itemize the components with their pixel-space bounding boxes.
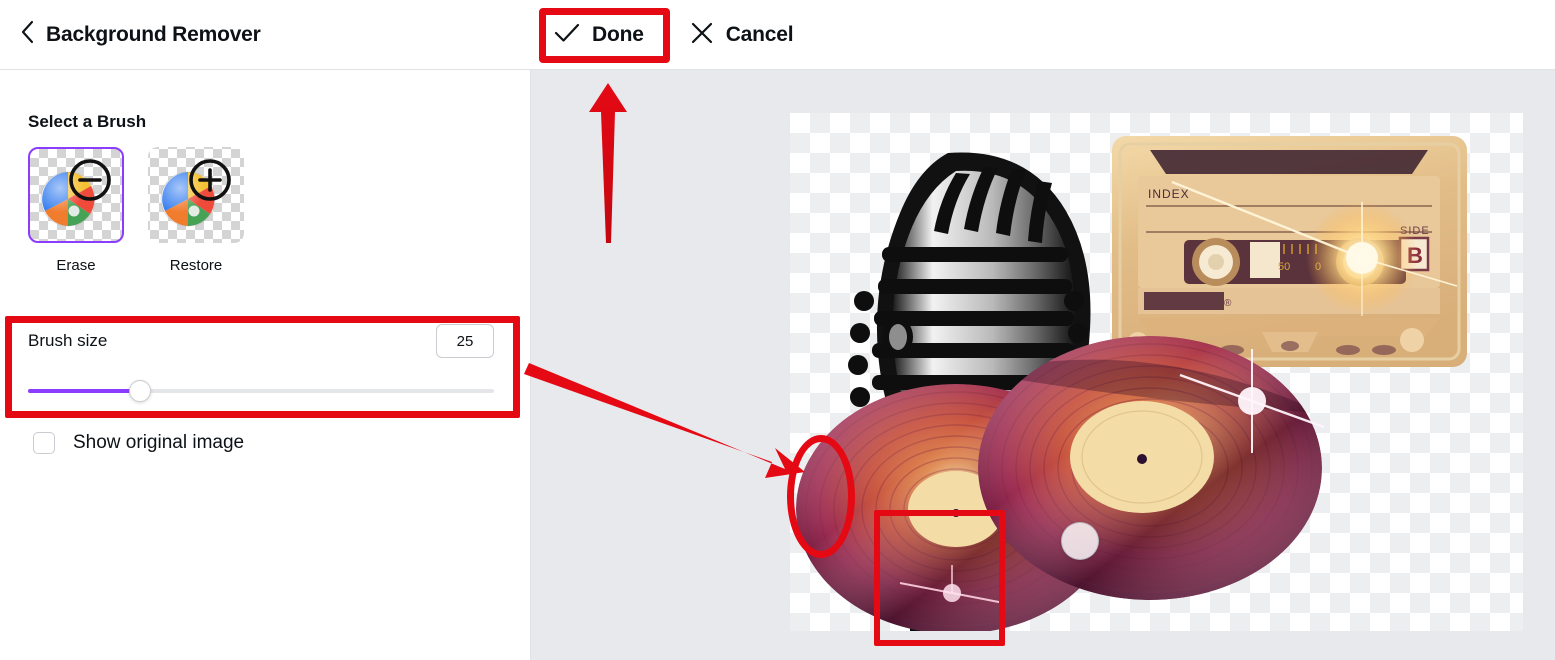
annotation-arrow-up-to-done: [589, 83, 627, 243]
annotation-arrow-to-brush-cursor: [524, 363, 805, 478]
background-remover-screen: Background Remover Done Cancel Select a …: [0, 0, 1555, 660]
annotation-arrows: [524, 83, 805, 478]
